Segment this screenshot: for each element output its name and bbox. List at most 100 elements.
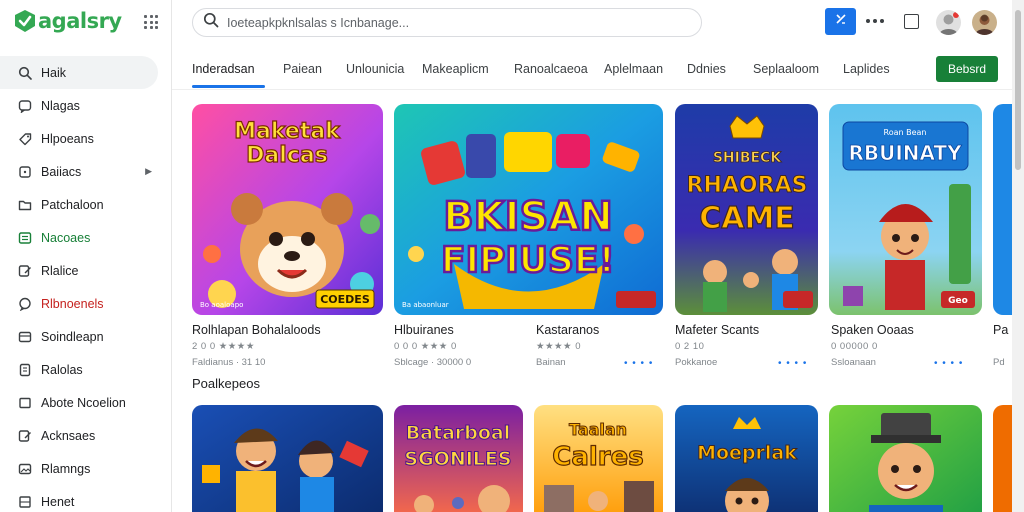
art-title-line1: Batarboal <box>406 422 511 444</box>
game-title[interactable]: Hlbuiranes <box>394 323 454 337</box>
sidebar-item-ralolas[interactable]: Ralolas <box>0 353 172 386</box>
sidebar-item-nacoaes[interactable]: Nacoaes <box>0 221 172 254</box>
art-title-line2: RHAORAS <box>687 173 808 198</box>
sidebar-item-label: Patchaloon <box>41 197 104 212</box>
active-tab-indicator <box>192 85 265 88</box>
tab-unlounicia[interactable]: Unlounicia <box>346 52 404 86</box>
sidebar-item-baiiacs[interactable]: Baiiacs ▶ <box>0 155 172 188</box>
art-title-line1: RBUINATY <box>848 141 962 165</box>
sidebar-item-label: Acknsaes <box>41 428 96 443</box>
tab-paiean[interactable]: Paiean <box>283 52 322 86</box>
more-dots-icon[interactable]: • • • • <box>624 358 653 369</box>
sidebar-item-label: Ralolas <box>41 362 83 377</box>
more-dots-icon[interactable]: • • • • <box>778 358 807 369</box>
game-meta: Ssloanaan <box>831 357 876 368</box>
profile-avatar[interactable] <box>972 10 997 35</box>
sidebar-item-rlamngs[interactable]: Rlamngs <box>0 452 172 485</box>
tab-laplides[interactable]: Laplides <box>843 52 890 86</box>
art-title-line2: SGONILES <box>404 448 511 470</box>
sidebar-item-label: Hlpoeans <box>41 131 94 146</box>
game-title[interactable]: Pa <box>993 323 1008 337</box>
chat-bubble-icon <box>17 98 32 113</box>
edit-icon <box>17 428 32 443</box>
game-card-art[interactable]: SHIBECK RHAORAS CAME <box>675 104 818 315</box>
tab-ranoalcaeoa[interactable]: Ranoalcaeoa <box>514 52 588 86</box>
game-meta: Sblcage · 30000 0 <box>394 357 472 368</box>
sidebar-item-haik[interactable]: Haik <box>0 56 158 89</box>
game-rating: 2 0 0 ★★★★ <box>192 341 255 352</box>
document-icon <box>17 362 32 377</box>
sidebar-item-label: Rlamngs <box>41 461 91 476</box>
sidebar-item-label: Nacoaes <box>41 230 91 245</box>
game-card-art[interactable]: Roan Bean RBUINATY Geo <box>829 104 982 315</box>
game-title[interactable]: Kastaranos <box>536 323 599 337</box>
section-title: Poalkepeos <box>192 376 260 391</box>
game-card-art[interactable] <box>829 405 982 512</box>
game-card-art[interactable]: Moeprlak <box>675 405 818 512</box>
sidebar-item-hlpoeans[interactable]: Hlpoeans <box>0 122 172 155</box>
game-card-art-partial[interactable] <box>993 104 1012 315</box>
game-title[interactable]: Spaken Ooaas <box>831 323 914 337</box>
logo-icon <box>14 9 36 33</box>
sidebar-item-abote-ncoelion[interactable]: Abote Ncoelion <box>0 386 172 419</box>
search-bar[interactable] <box>192 8 702 37</box>
window-icon[interactable] <box>904 14 919 29</box>
art-title-line3: CAME <box>699 201 795 236</box>
game-rating: 0 00000 0 <box>831 341 878 352</box>
more-options-icon[interactable] <box>866 19 884 23</box>
sidebar-item-label: Henet <box>41 494 75 509</box>
game-meta: Bainan <box>536 357 566 368</box>
tools-icon <box>834 12 848 31</box>
apps-grid-icon[interactable] <box>144 15 158 29</box>
game-card-art[interactable]: BKISAN FIPIUSE! Ba abaonluar <box>394 104 663 315</box>
game-card-art[interactable]: Maketak Dalcas COEDES Bo aoaloapo <box>192 104 383 315</box>
sidebar-item-label: Haik <box>41 65 67 80</box>
sidebar-item-label: Soindleapn <box>41 329 104 344</box>
brand-name: agalsry <box>38 9 122 33</box>
tag-icon <box>17 131 32 146</box>
game-rating: 0 0 0 ★★★ 0 <box>394 341 457 352</box>
search-input[interactable] <box>227 15 667 30</box>
tab-inderadsan[interactable]: Inderadsan <box>192 52 255 86</box>
art-badge: Geo <box>948 296 968 306</box>
sidebar-item-soindleapn[interactable]: Soindleapn <box>0 320 172 353</box>
game-meta: Pokkanoe <box>675 357 718 368</box>
game-card-art[interactable]: Batarboal SGONILES <box>394 405 523 512</box>
sidebar-item-henet[interactable]: Henet <box>0 485 172 512</box>
sidebar-item-rlalice[interactable]: Rlalice <box>0 254 172 287</box>
search-icon <box>17 65 32 80</box>
sidebar-item-label: Nlagas <box>41 98 80 113</box>
tab-ddnies[interactable]: Ddnies <box>687 52 726 86</box>
game-title[interactable]: Mafeter Scants <box>675 323 759 337</box>
game-card-art[interactable] <box>192 405 383 512</box>
list-icon <box>17 230 32 245</box>
scrollbar-thumb[interactable] <box>1015 10 1021 170</box>
tab-seplaaloom[interactable]: Seplaaloom <box>753 52 819 86</box>
more-dots-icon[interactable]: • • • • <box>934 358 963 369</box>
sidebar-item-rlbnoenels[interactable]: Rlbnoenels <box>0 287 172 320</box>
game-card-art-partial[interactable] <box>993 405 1012 512</box>
chevron-right-icon[interactable]: ▶ <box>145 166 152 177</box>
avatar[interactable] <box>936 10 961 35</box>
edit-icon <box>17 263 32 278</box>
brand-logo[interactable]: agalsry <box>14 9 122 33</box>
game-title[interactable]: Rolhlapan Bohalaloods <box>192 323 321 337</box>
art-title-line1: Moeprlak <box>697 442 797 464</box>
sidebar-item-acknsaes[interactable]: Acknsaes <box>0 419 172 452</box>
game-card-art[interactable]: Taalan Calres <box>534 405 663 512</box>
page-scrollbar[interactable] <box>1012 0 1024 512</box>
art-caption: Bo aoaloapo <box>200 301 243 309</box>
sidebar-item-patchaloon[interactable]: Patchaloon <box>0 188 172 221</box>
art-title-line2: FIPIUSE! <box>441 240 615 281</box>
sidebar-item-nlagas[interactable]: Nlagas <box>0 89 172 122</box>
tab-aplelmaan[interactable]: Aplelmaan <box>604 52 663 86</box>
header-action-button[interactable]: Bebsrd <box>936 56 998 82</box>
art-title-line1: SHIBECK <box>713 150 783 166</box>
app-window: agalsry Haik Nlagas Hlpoeans Baiiacs ▶ P… <box>0 0 1024 512</box>
art-badge: COEDES <box>320 293 370 306</box>
folder-icon <box>17 197 32 212</box>
tools-button[interactable] <box>825 8 856 35</box>
sidebar-nav: Haik Nlagas Hlpoeans Baiiacs ▶ Patchaloo… <box>0 56 172 512</box>
game-rating: ★★★★ 0 <box>536 341 581 352</box>
tab-makeaplicm[interactable]: Makeaplicm <box>422 52 489 86</box>
